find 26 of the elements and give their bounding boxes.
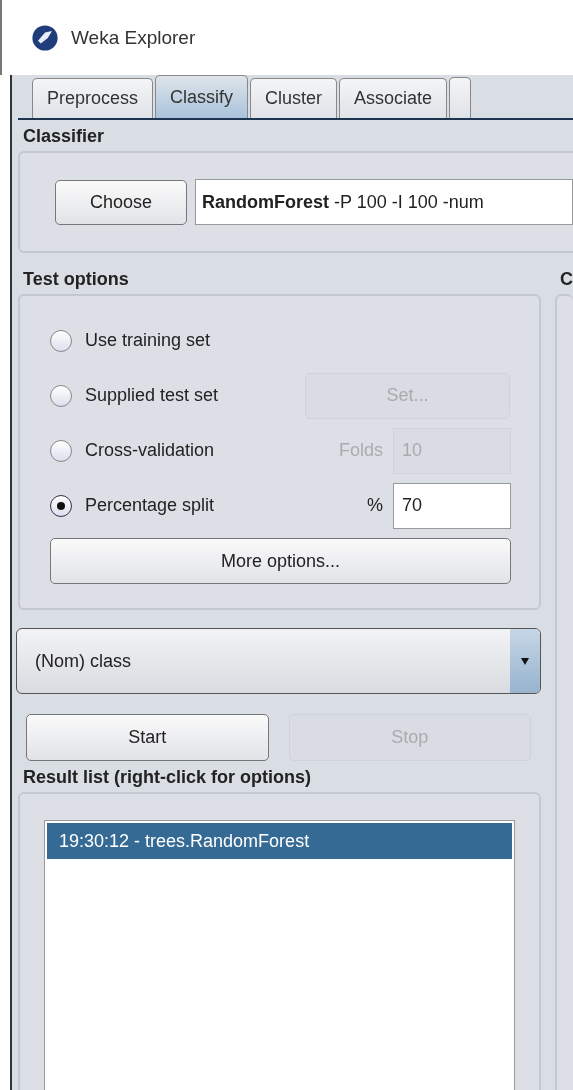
tab[interactable]: Cluster: [250, 78, 338, 118]
tab[interactable]: Associate: [339, 78, 448, 118]
radio-button[interactable]: [50, 384, 72, 407]
window-title: Weka Explorer: [71, 26, 196, 49]
classifier-command-field[interactable]: RandomForest -P 100 -I 100 -num: [195, 179, 573, 225]
section-heading: Result list (right-click for options): [22, 766, 312, 789]
more-options-button[interactable]: More options...: [50, 538, 511, 584]
class-dropdown[interactable]: (Nom) class: [16, 628, 541, 694]
field-label: %: [366, 495, 384, 516]
section-heading: C: [559, 268, 573, 291]
tab[interactable]: [449, 77, 472, 118]
option-label: Cross-validation: [85, 440, 216, 461]
tab[interactable]: Preprocess: [32, 78, 154, 118]
option-label: Use training set: [85, 330, 212, 351]
radio-button[interactable]: [50, 494, 72, 517]
input-field[interactable]: 70: [393, 482, 511, 529]
option-label: Supplied test set: [85, 385, 220, 406]
option-label: Percentage split: [85, 495, 216, 516]
section-heading: Classifier: [22, 125, 106, 148]
choose-button[interactable]: Choose: [55, 179, 187, 225]
tab[interactable]: Classify: [155, 75, 249, 118]
result-item[interactable]: 19:30:12 - trees.RandomForest: [47, 823, 512, 859]
dropdown-arrow-icon: [520, 656, 530, 666]
start-button[interactable]: Start: [26, 714, 269, 761]
radio-button[interactable]: [50, 329, 72, 352]
section-heading: Test options: [22, 268, 130, 291]
